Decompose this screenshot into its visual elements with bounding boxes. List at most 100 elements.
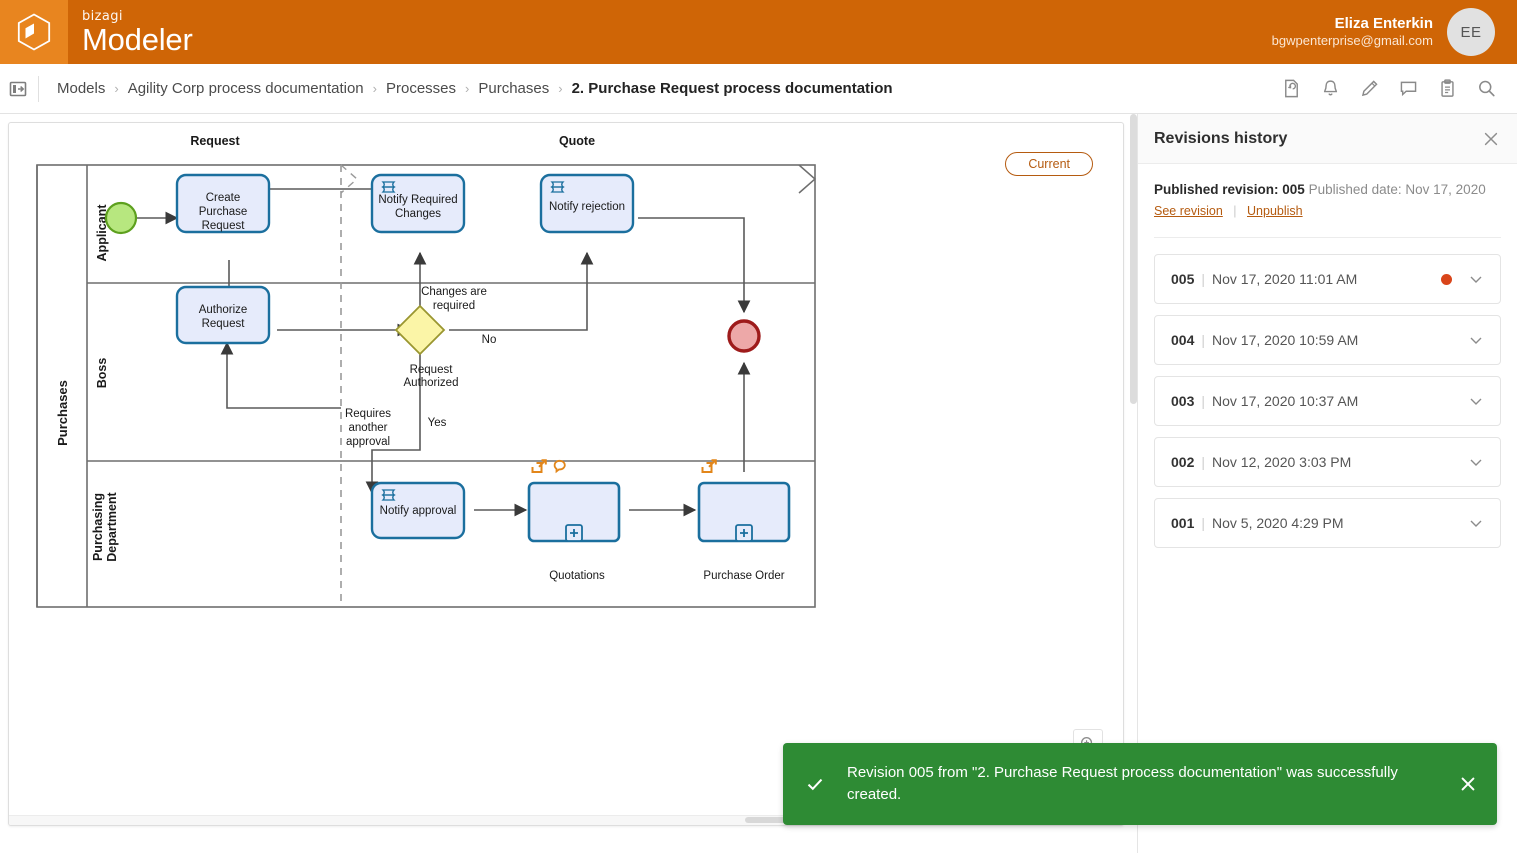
bizagi-modeler-app: bizagi Modeler Eliza Enterkin bgwpenterp… [0,0,1517,853]
revision-row-001[interactable]: 001 | Nov 5, 2020 4:29 PM [1154,498,1501,548]
revision-pipe: | [1201,332,1205,348]
current-revision-badge[interactable]: Current [1005,152,1093,176]
svg-text:required: required [433,300,475,312]
published-status-dot [1441,273,1452,285]
revision-pipe: | [1201,271,1205,287]
revision-number: 001 [1171,515,1195,531]
svg-text:Request: Request [202,318,246,330]
gateway-request-authorized: Request Authorized [394,304,459,389]
link-icon [701,459,717,473]
breadcrumb-item-purchases[interactable]: Purchases [478,80,549,97]
panel-title: Revisions history [1154,129,1288,147]
svg-text:Department: Department [105,491,119,561]
panel-collapse-icon[interactable] [8,79,28,99]
chevron-down-icon[interactable] [1468,332,1484,348]
revision-row-002[interactable]: 002 | Nov 12, 2020 3:03 PM [1154,437,1501,487]
revision-row-004[interactable]: 004 | Nov 17, 2020 10:59 AM [1154,315,1501,365]
revision-number: 004 [1171,332,1195,348]
check-icon [807,778,823,791]
comment-bubble-icon [553,459,566,474]
panel-header: Revisions history [1138,114,1517,164]
link-icon [531,459,547,473]
start-event [104,201,138,235]
svg-text:Request: Request [202,220,246,232]
toast-message: Revision 005 from "2. Purchase Request p… [847,764,1398,803]
chevron-down-icon[interactable] [1468,393,1484,409]
svg-text:No: No [482,334,497,346]
breadcrumb-item-current: 2. Purchase Request process documentatio… [571,80,893,97]
lane-labels: Applicant Boss Purchasing Department [91,204,119,562]
app-header: bizagi Modeler Eliza Enterkin bgwpenterp… [0,0,1517,64]
comment-icon[interactable] [1398,78,1419,99]
revision-history-icon[interactable] [1281,78,1302,99]
end-event [727,319,761,353]
task-authorize-request: Authorize Request [175,285,271,345]
svg-text:Changes: Changes [395,208,441,220]
breadcrumb-bar: Models › Agility Corp process documentat… [0,64,1517,114]
diagram-canvas[interactable]: Purchases Applicant Boss Purchasing Depa… [8,122,1124,826]
svg-text:Purchase: Purchase [199,206,248,218]
revision-date: Nov 5, 2020 4:29 PM [1212,515,1344,531]
svg-text:Notify approval: Notify approval [380,505,457,517]
task-notify-approval: Notify approval [370,481,466,540]
brand-product: Modeler [82,21,193,57]
close-icon[interactable] [1481,129,1501,149]
svg-text:Purchases: Purchases [55,380,70,446]
chevron-down-icon[interactable] [1468,515,1484,531]
app-logo[interactable] [0,0,68,64]
link-divider: | [1233,204,1237,218]
revision-number: 002 [1171,454,1195,470]
breadcrumb-item-processes[interactable]: Processes [386,80,456,97]
revision-row-003[interactable]: 003 | Nov 17, 2020 10:37 AM [1154,376,1501,426]
panel-vertical-scrollbar[interactable] [1130,114,1137,404]
revision-pipe: | [1201,393,1205,409]
toolbar-divider [38,75,39,102]
svg-text:Request: Request [410,364,454,376]
success-toast: Revision 005 from "2. Purchase Request p… [783,743,1497,825]
svg-text:Purchasing: Purchasing [91,493,105,561]
pencil-icon[interactable] [1359,78,1380,99]
svg-text:Notify Required: Notify Required [378,194,457,206]
subprocess-purchase-order: Purchase Order [697,459,791,582]
svg-text:Authorized: Authorized [404,377,459,389]
revision-list: 005 | Nov 17, 2020 11:01 AM 004 | Nov 17… [1138,238,1517,548]
chevron-right-icon: › [465,81,470,96]
chevron-down-icon[interactable] [1468,271,1484,287]
published-revision-number: Published revision: 005 [1154,182,1305,197]
revision-number: 005 [1171,271,1195,287]
svg-text:Notify rejection: Notify rejection [549,201,625,213]
chevron-right-icon: › [372,81,377,96]
revision-pipe: | [1201,515,1205,531]
published-revision-line: Published revision: 005 Published date: … [1154,182,1501,197]
svg-text:another: another [348,422,387,434]
user-name: Eliza Enterkin [1334,14,1433,32]
task-notify-rejection: Notify rejection [539,173,635,234]
revision-date: Nov 17, 2020 11:01 AM [1212,271,1358,287]
user-area[interactable]: Eliza Enterkin bgwpenterprise@gmail.com … [1272,8,1517,56]
bpmn-diagram[interactable]: Purchases Applicant Boss Purchasing Depa… [9,123,1124,823]
search-icon[interactable] [1476,78,1497,99]
revision-date: Nov 17, 2020 10:59 AM [1212,332,1359,348]
unpublish-link[interactable]: Unpublish [1247,204,1303,218]
breadcrumb: Models › Agility Corp process documentat… [57,80,893,97]
cube-logo-icon [17,13,51,51]
bell-icon[interactable] [1320,78,1341,99]
brand-prefix: bizagi [82,8,123,24]
svg-text:Boss: Boss [95,358,109,389]
avatar[interactable]: EE [1447,8,1495,56]
see-revision-link[interactable]: See revision [1154,204,1223,218]
revision-date: Nov 17, 2020 10:37 AM [1212,393,1359,409]
clipboard-icon[interactable] [1437,78,1458,99]
svg-text:Purchase Order: Purchase Order [703,570,784,582]
revision-number: 003 [1171,393,1195,409]
revision-row-005[interactable]: 005 | Nov 17, 2020 11:01 AM [1154,254,1501,304]
chevron-right-icon: › [114,81,119,96]
close-icon[interactable] [1459,775,1477,793]
breadcrumb-item-models[interactable]: Models [57,80,105,97]
revision-date: Nov 12, 2020 3:03 PM [1212,454,1352,470]
svg-text:Changes are: Changes are [421,286,487,298]
revision-pipe: | [1201,454,1205,470]
breadcrumb-item-agility-corp[interactable]: Agility Corp process documentation [128,80,364,97]
svg-text:Quote: Quote [559,134,595,148]
chevron-down-icon[interactable] [1468,454,1484,470]
